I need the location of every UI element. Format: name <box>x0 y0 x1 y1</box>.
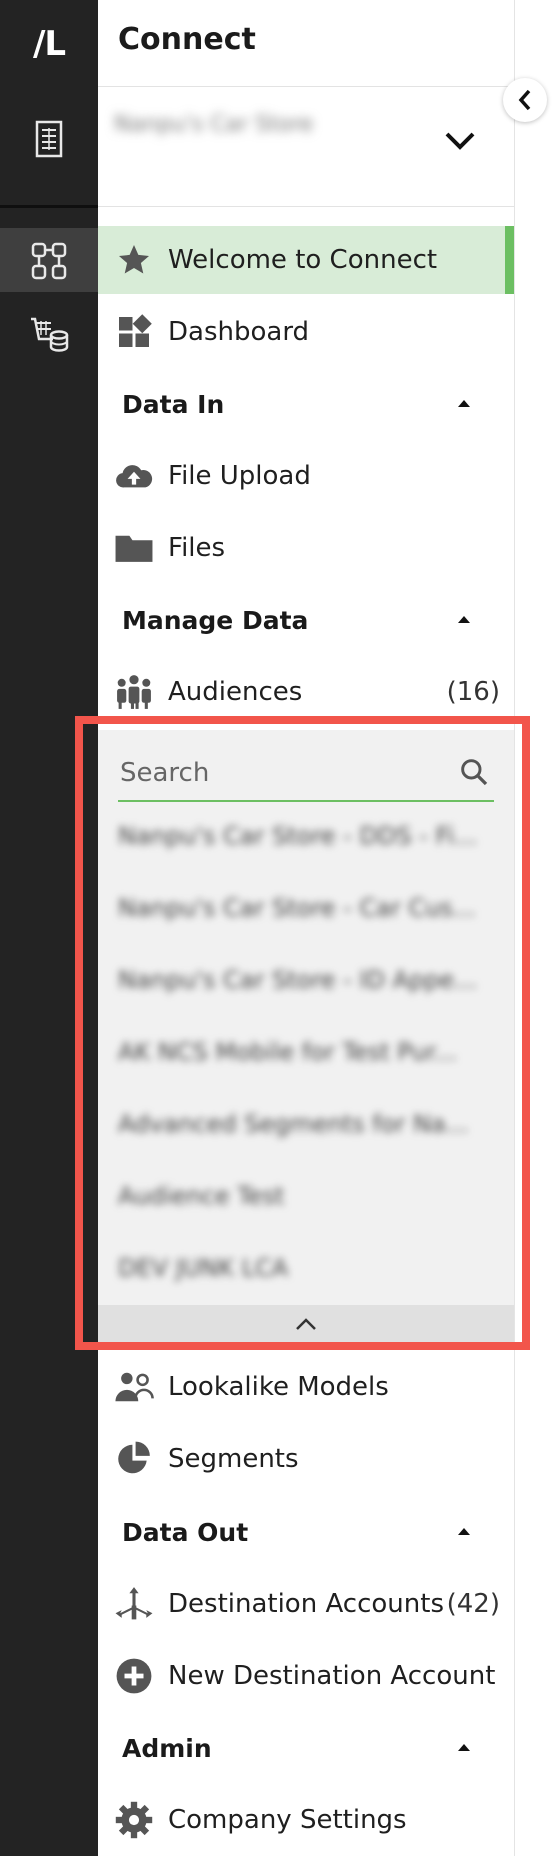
brand-logo[interactable]: /L <box>0 0 98 88</box>
audiences-count: (16) <box>446 677 500 707</box>
report-icon[interactable] <box>0 118 98 160</box>
nav-item-segments[interactable]: Segments <box>98 1425 514 1493</box>
star-icon <box>114 240 154 280</box>
nav-item-label: Audiences <box>168 677 303 707</box>
distribute-icon <box>114 1584 154 1624</box>
nav-item-label: Destination Accounts <box>168 1589 444 1619</box>
nav-item-file-upload[interactable]: File Upload <box>98 442 514 510</box>
highlight-box <box>75 716 530 1350</box>
nav-item-label: Segments <box>168 1444 299 1474</box>
collapse-sidebar-button[interactable] <box>503 78 547 122</box>
dashboard-icon <box>114 312 154 352</box>
section-manage-data[interactable]: Manage Data <box>98 592 514 648</box>
section-title: Manage Data <box>122 605 309 635</box>
nav-item-label: Welcome to Connect <box>168 245 438 275</box>
nav-item-dashboard[interactable]: Dashboard <box>98 298 514 366</box>
folder-icon <box>114 528 154 568</box>
active-indicator <box>505 226 514 294</box>
add-circle-icon <box>114 1656 154 1696</box>
nav-item-new-destination-account[interactable]: New Destination Account <box>98 1642 514 1710</box>
nav-item-company-settings[interactable]: Company Settings <box>98 1786 514 1854</box>
nav-item-files[interactable]: Files <box>98 514 514 582</box>
section-data-in[interactable]: Data In <box>98 376 514 432</box>
nav-item-lookalike-models[interactable]: Lookalike Models <box>98 1353 514 1421</box>
nav-item-label: File Upload <box>168 461 311 491</box>
store-divider <box>98 206 514 207</box>
nav-item-label: Dashboard <box>168 317 310 347</box>
nav-item-label: Company Settings <box>168 1805 407 1835</box>
nav-item-welcome[interactable]: Welcome to Connect <box>98 226 514 294</box>
nav-item-label: Files <box>168 533 226 563</box>
section-admin[interactable]: Admin <box>98 1720 514 1776</box>
section-title: Data In <box>122 389 225 419</box>
audience-icon <box>114 672 154 712</box>
section-title: Data Out <box>122 1517 249 1547</box>
nav-item-label: New Destination Account <box>168 1661 496 1691</box>
lookalike-icon <box>114 1367 154 1407</box>
nav-item-label: Lookalike Models <box>168 1372 389 1402</box>
store-name[interactable]: Nanpu's Car Store <box>114 112 344 140</box>
rail-divider <box>0 205 98 208</box>
cloud-upload-icon <box>114 456 154 496</box>
section-data-out[interactable]: Data Out <box>98 1504 514 1560</box>
caret-up-icon <box>458 1744 470 1751</box>
data-store-icon[interactable] <box>0 313 98 355</box>
section-title: Admin <box>122 1733 212 1763</box>
caret-up-icon <box>458 1528 470 1535</box>
connect-icon[interactable] <box>0 240 98 282</box>
chevron-down-icon[interactable] <box>443 130 477 156</box>
caret-up-icon <box>458 400 470 407</box>
chevron-left-icon <box>518 89 531 111</box>
app-title: Connect <box>118 22 256 57</box>
caret-up-icon <box>458 616 470 623</box>
nav-item-destination-accounts[interactable]: Destination Accounts (42) <box>98 1570 514 1638</box>
header-divider <box>98 86 514 87</box>
gear-icon <box>114 1800 154 1840</box>
pie-chart-icon <box>114 1439 154 1479</box>
destination-accounts-count: (42) <box>446 1589 500 1619</box>
